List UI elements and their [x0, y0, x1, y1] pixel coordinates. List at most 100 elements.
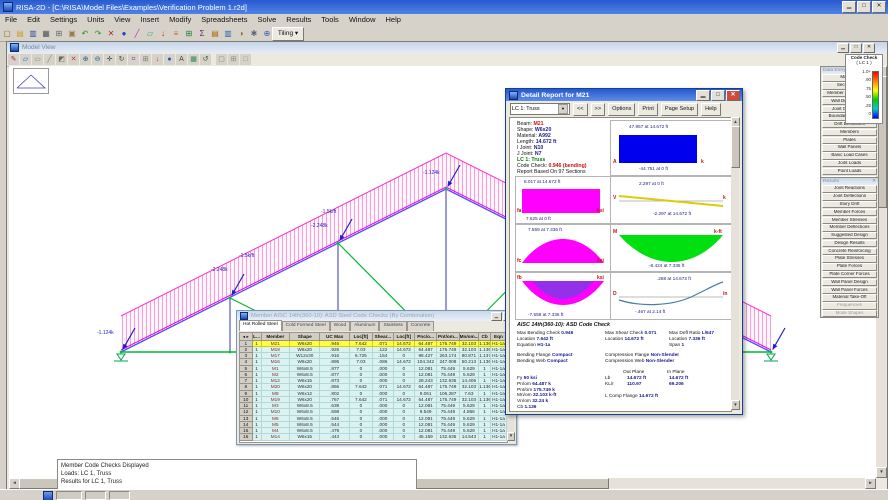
redo-icon[interactable]: ↷ [92, 27, 104, 40]
page-setup-button[interactable]: Page Setup [661, 103, 698, 116]
next-member-button[interactable]: >> [591, 103, 606, 116]
column-header-11[interactable]: Cb [479, 333, 491, 341]
print-icon[interactable]: ▦ [40, 27, 52, 40]
results-plate-stresses-button[interactable]: Plate Stresses [822, 255, 877, 262]
open-folder-icon[interactable]: ▤ [14, 27, 26, 40]
tab-aluminum[interactable]: Aluminum [350, 321, 379, 331]
loads-toggle-icon[interactable]: ↓ [152, 54, 163, 65]
results-member-forces-button[interactable]: Member Forces [822, 209, 877, 216]
detail-maximize-button[interactable]: □ [711, 90, 725, 101]
labels-toggle-icon[interactable]: A [176, 54, 187, 65]
draw-joint-icon[interactable]: ● [118, 27, 130, 40]
data-entry-basic-load-cases-button[interactable]: Basic Load Cases [822, 152, 877, 159]
results-suggested-design-button[interactable]: Suggested Design [822, 232, 877, 239]
results-material-take-off-button[interactable]: Material Take-Off [822, 294, 877, 301]
new-view-icon[interactable]: ▢ [216, 54, 227, 65]
column-sort-buttons[interactable]: ◄► [240, 333, 253, 341]
print-button[interactable]: Print [638, 103, 658, 116]
new-file-icon[interactable]: ▢ [1, 27, 13, 40]
results-wall-panel-forces-button[interactable]: Wall Panel Forces [822, 287, 877, 294]
menu-settings[interactable]: Settings [45, 15, 82, 24]
menu-tools[interactable]: Tools [316, 15, 344, 24]
menu-solve[interactable]: Solve [253, 15, 282, 24]
data-entry-wall-panels-button[interactable]: Wall Panels [822, 144, 877, 151]
detail-minimize-button[interactable]: ▁ [696, 90, 710, 101]
detail-report-icon[interactable]: ▥ [222, 27, 234, 40]
menu-spreadsheets[interactable]: Spreadsheets [196, 15, 252, 24]
app-close-button[interactable]: ✕ [872, 1, 886, 13]
close-view-icon[interactable]: □ [240, 54, 251, 65]
column-header-2[interactable]: Member [262, 333, 291, 341]
app-maximize-button[interactable]: □ [857, 1, 871, 13]
draw-members-icon[interactable]: ✎ [8, 54, 19, 65]
table-row[interactable]: 161M14W6x15.4430.000045.169132.63514.543… [240, 434, 507, 440]
joints-toggle-icon[interactable]: ● [164, 54, 175, 65]
undo-icon[interactable]: ↶ [79, 27, 91, 40]
data-entry-plates-button[interactable]: Plates [822, 137, 877, 144]
results-member-deflections-button[interactable]: Member Deflections [822, 224, 877, 231]
column-header-4[interactable]: UC Max [320, 333, 349, 341]
units-icon[interactable]: ◑ [235, 27, 247, 40]
menu-help[interactable]: Help [381, 15, 406, 24]
spreadsheet-minimize-button[interactable]: ▁ [491, 312, 502, 321]
menu-modify[interactable]: Modify [164, 15, 196, 24]
menu-units[interactable]: Units [82, 15, 109, 24]
settings-icon[interactable]: ✱ [248, 27, 260, 40]
menu-file[interactable]: File [0, 15, 22, 24]
tab-wood[interactable]: Wood [330, 321, 350, 331]
results-plate-forces-button[interactable]: Plate Forces [822, 263, 877, 270]
data-entry-point-loads-button[interactable]: Point Loads [822, 168, 877, 175]
draw-plate-icon[interactable]: ▱ [144, 27, 156, 40]
view-thumbnail[interactable] [13, 68, 49, 94]
scroll-down-icon[interactable]: ▼ [876, 467, 887, 478]
draw-member-icon[interactable]: ╱ [131, 27, 143, 40]
snap-grid-icon[interactable]: ⌗ [128, 54, 139, 65]
select-invert-icon[interactable]: ◩ [56, 54, 67, 65]
results-joint-reactions-button[interactable]: Joint Reactions [822, 185, 877, 192]
data-entry-members-button[interactable]: Members [822, 129, 877, 136]
save-icon[interactable]: ▥ [27, 27, 39, 40]
results-story-drift-button[interactable]: Story Drift [822, 201, 877, 208]
app-minimize-button[interactable]: ▁ [842, 1, 856, 13]
vscroll-thumb[interactable] [731, 126, 740, 168]
clone-view-icon[interactable]: ⊞ [228, 54, 239, 65]
column-header-9[interactable]: Pnt/om... [437, 333, 459, 341]
redraw-icon[interactable]: ↺ [200, 54, 211, 65]
tab-concrete[interactable]: Concrete [407, 321, 434, 331]
results-joint-deflections-button[interactable]: Joint Deflections [822, 193, 877, 200]
delete-icon[interactable]: ✕ [105, 27, 117, 40]
unselect-icon[interactable]: ✕ [68, 54, 79, 65]
menu-results[interactable]: Results [281, 15, 316, 24]
render-icon[interactable]: ▦ [188, 54, 199, 65]
tab-hot-rolled-steel[interactable]: Hot Rolled Steel [239, 320, 282, 331]
rotate-icon[interactable]: ↻ [116, 54, 127, 65]
load-combination-dropdown[interactable]: LC 1: Truss ▼ [510, 103, 570, 115]
options-button[interactable]: Options [608, 103, 635, 116]
results-member-stresses-button[interactable]: Member Stresses [822, 217, 877, 224]
distributed-load-icon[interactable]: ≡ [170, 27, 182, 40]
tab-cold-formed-steel[interactable]: Cold Formed Steel [282, 321, 330, 331]
copy-icon[interactable]: ⊞ [53, 27, 65, 40]
close-icon[interactable]: ✕ [872, 179, 876, 184]
scroll-right-icon[interactable]: ► [865, 478, 876, 489]
tab-stainless[interactable]: Stainless [379, 321, 406, 331]
paste-icon[interactable]: ▣ [66, 27, 78, 40]
menu-edit[interactable]: Edit [22, 15, 45, 24]
select-box-icon[interactable]: ▭ [32, 54, 43, 65]
column-header-5[interactable]: Loc[ft] [350, 333, 373, 341]
scroll-down-icon[interactable]: ▼ [507, 432, 515, 441]
select-line-icon[interactable]: ╱ [44, 54, 55, 65]
sort-right-icon[interactable]: ► [246, 335, 250, 339]
model-view-maximize-button[interactable]: □ [850, 43, 862, 53]
results-design-results-button[interactable]: Design Results [822, 240, 877, 247]
menu-view[interactable]: View [109, 15, 135, 24]
model-view-minimize-button[interactable]: ▁ [837, 43, 849, 53]
column-header-10[interactable]: Mn/om... [460, 333, 480, 341]
detail-report-vscrollbar[interactable]: ▲ ▼ [731, 117, 739, 410]
column-header-1[interactable]: L... [253, 333, 262, 341]
grid-icon[interactable]: ⊞ [140, 54, 151, 65]
draw-plates-icon[interactable]: ▱ [20, 54, 31, 65]
column-header-3[interactable]: Shape [290, 333, 320, 341]
model-view-close-button[interactable]: ✕ [863, 43, 875, 53]
menu-window[interactable]: Window [344, 15, 381, 24]
